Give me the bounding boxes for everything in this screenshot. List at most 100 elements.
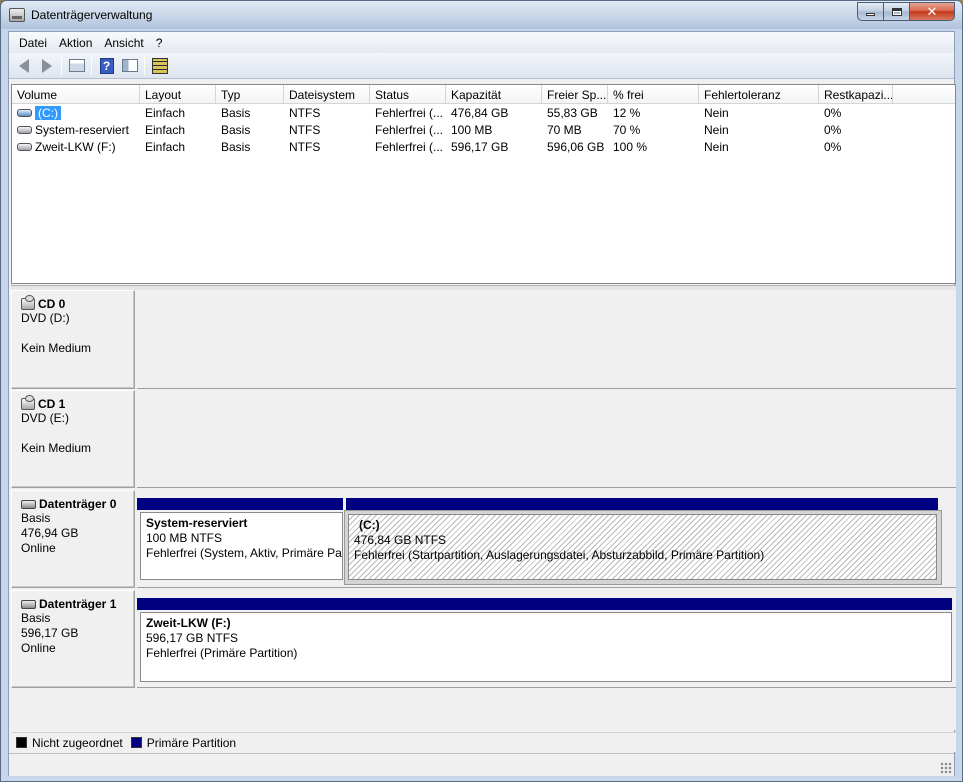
partition-zweit-lkw[interactable]: Zweit-LKW (F:) 596,17 GB NTFS Fehlerfrei…	[140, 612, 952, 682]
disk-label-disk0[interactable]: Datenträger 0 Basis 476,94 GB Online	[11, 490, 135, 588]
legend-item-primary: Primäre Partition	[130, 736, 236, 750]
menu-help[interactable]: ?	[150, 36, 169, 50]
properties-button[interactable]	[118, 55, 141, 77]
partition-c[interactable]: (C:) 476,84 GB NTFS Fehlerfrei (Startpar…	[348, 514, 937, 580]
hard-disk-icon	[21, 499, 36, 509]
back-button[interactable]	[12, 55, 35, 77]
menu-datei[interactable]: Datei	[13, 36, 53, 50]
disk-area-disk1: Zweit-LKW (F:) 596,17 GB NTFS Fehlerfrei…	[137, 590, 956, 688]
disk-name: Datenträger 0	[39, 497, 117, 511]
cell-volume: (C:)	[12, 105, 140, 120]
partition-bar-primary	[137, 498, 343, 510]
disk-area-cd1	[137, 390, 956, 488]
volume-name: (C:)	[35, 105, 61, 120]
volume-name: Zweit-LKW (F:)	[35, 139, 116, 154]
column-header-status[interactable]: Status	[370, 85, 446, 104]
cell-restkapazitaet: 0%	[824, 105, 842, 120]
cell-layout: Einfach	[145, 122, 186, 137]
volume-icon	[17, 143, 32, 152]
disk-spacer	[21, 426, 134, 441]
menu-aktion[interactable]: Aktion	[53, 36, 98, 50]
cell-fehlertoleranz: Nein	[704, 139, 729, 154]
disk-name: Datenträger 1	[39, 597, 117, 611]
toolbar-separator	[144, 56, 145, 75]
cell-freier-speicher: 55,83 GB	[547, 105, 598, 120]
disk-label-disk1[interactable]: Datenträger 1 Basis 596,17 GB Online	[11, 590, 135, 688]
maximize-icon	[891, 7, 902, 16]
cell-restkapazitaet: 0%	[824, 122, 842, 137]
legend-swatch-unallocated	[16, 737, 27, 748]
cell-freier-speicher: 70 MB	[547, 122, 582, 137]
help-icon: ?	[99, 57, 114, 74]
legend-label: Nicht zugeordnet	[32, 735, 123, 750]
disk-state: Online	[21, 541, 56, 555]
cell-kapazitaet: 476,84 GB	[451, 105, 509, 120]
wizard-button[interactable]	[148, 55, 171, 77]
cell-status: Fehlerfrei (...	[375, 139, 444, 154]
table-row[interactable]: System-reserviert Einfach Basis NTFS Feh…	[12, 121, 955, 138]
cell-layout: Einfach	[145, 139, 186, 154]
disk-type: Basis	[21, 611, 51, 625]
cell-prozent-frei: 70 %	[613, 122, 641, 137]
volume-list[interactable]: Volume Layout Typ Dateisystem Status Kap…	[11, 84, 956, 284]
minimize-icon	[866, 13, 875, 16]
toolbar: ?	[9, 53, 954, 79]
cell-layout: Einfach	[145, 105, 186, 120]
column-header-dateisystem[interactable]: Dateisystem	[284, 85, 370, 104]
title-bar[interactable]: Datenträgerverwaltung ✕	[1, 1, 962, 29]
disk-title: CD 0	[21, 295, 134, 311]
partition-status: Fehlerfrei (Primäre Partition)	[146, 646, 298, 660]
partition-bar-primary	[346, 498, 938, 510]
disk-type: DVD (D:)	[21, 311, 70, 325]
cell-fehlertoleranz: Nein	[704, 105, 729, 120]
toolbar-separator	[91, 56, 92, 75]
column-header-kapazitaet[interactable]: Kapazität	[446, 85, 542, 104]
disk-spacer	[21, 326, 134, 341]
maximize-button[interactable]	[884, 2, 910, 21]
column-header-restkapazitaet[interactable]: Restkapazi...	[819, 85, 893, 104]
partition-status: Fehlerfrei (System, Aktiv, Primäre Par	[146, 546, 343, 560]
column-header-layout[interactable]: Layout	[140, 85, 216, 104]
partition-system-reserviert[interactable]: System-reserviert 100 MB NTFS Fehlerfrei…	[140, 512, 343, 580]
disk-area-cd0	[137, 290, 956, 389]
disk-label-cd1[interactable]: CD 1 DVD (E:) Kein Medium	[11, 390, 135, 488]
resize-grip-icon[interactable]	[940, 762, 952, 774]
properties-icon	[121, 59, 138, 72]
column-header-volume[interactable]: Volume	[12, 85, 140, 104]
disk-graphical-view: CD 0 DVD (D:) Kein Medium CD 1 DVD (E:) …	[11, 290, 956, 730]
disk-title: Datenträger 0	[21, 497, 134, 511]
cell-typ: Basis	[221, 139, 251, 154]
back-arrow-icon	[18, 58, 29, 73]
disk-size: 476,94 GB	[21, 526, 79, 540]
table-row[interactable]: Zweit-LKW (F:) Einfach Basis NTFS Fehler…	[12, 138, 955, 155]
close-button[interactable]: ✕	[910, 2, 955, 21]
cell-dateisystem: NTFS	[289, 122, 321, 137]
disk-type: Basis	[21, 511, 51, 525]
close-icon: ✕	[926, 3, 938, 19]
column-header-fehlertoleranz[interactable]: Fehlertoleranz	[699, 85, 819, 104]
column-header-prozent-frei[interactable]: % frei	[608, 85, 699, 104]
show-hide-pane-button[interactable]	[65, 55, 88, 77]
cell-status: Fehlerfrei (...	[375, 105, 444, 120]
legend: Nicht zugeordnet Primäre Partition	[11, 732, 956, 752]
column-header-freier-speicher[interactable]: Freier Sp...	[542, 85, 608, 104]
cd-drive-icon	[21, 295, 35, 310]
disk-state: Kein Medium	[21, 341, 92, 355]
menu-ansicht[interactable]: Ansicht	[98, 36, 149, 50]
disk-label-cd0[interactable]: CD 0 DVD (D:) Kein Medium	[11, 290, 135, 389]
cell-dateisystem: NTFS	[289, 139, 321, 154]
help-button[interactable]: ?	[95, 55, 118, 77]
column-header-typ[interactable]: Typ	[216, 85, 284, 104]
table-row[interactable]: (C:) Einfach Basis NTFS Fehlerfrei (... …	[12, 104, 955, 121]
window-title: Datenträgerverwaltung	[31, 8, 153, 22]
hard-disk-icon	[21, 599, 36, 609]
minimize-button[interactable]	[857, 2, 884, 21]
cell-prozent-frei: 100 %	[613, 139, 648, 154]
disk-area-disk0: System-reserviert 100 MB NTFS Fehlerfrei…	[137, 490, 956, 588]
cell-kapazitaet: 596,17 GB	[451, 139, 509, 154]
forward-button[interactable]	[35, 55, 58, 77]
cell-volume: Zweit-LKW (F:)	[12, 140, 140, 154]
cell-typ: Basis	[221, 105, 251, 120]
disk-management-icon[interactable]	[9, 8, 25, 22]
volume-icon	[17, 109, 32, 118]
